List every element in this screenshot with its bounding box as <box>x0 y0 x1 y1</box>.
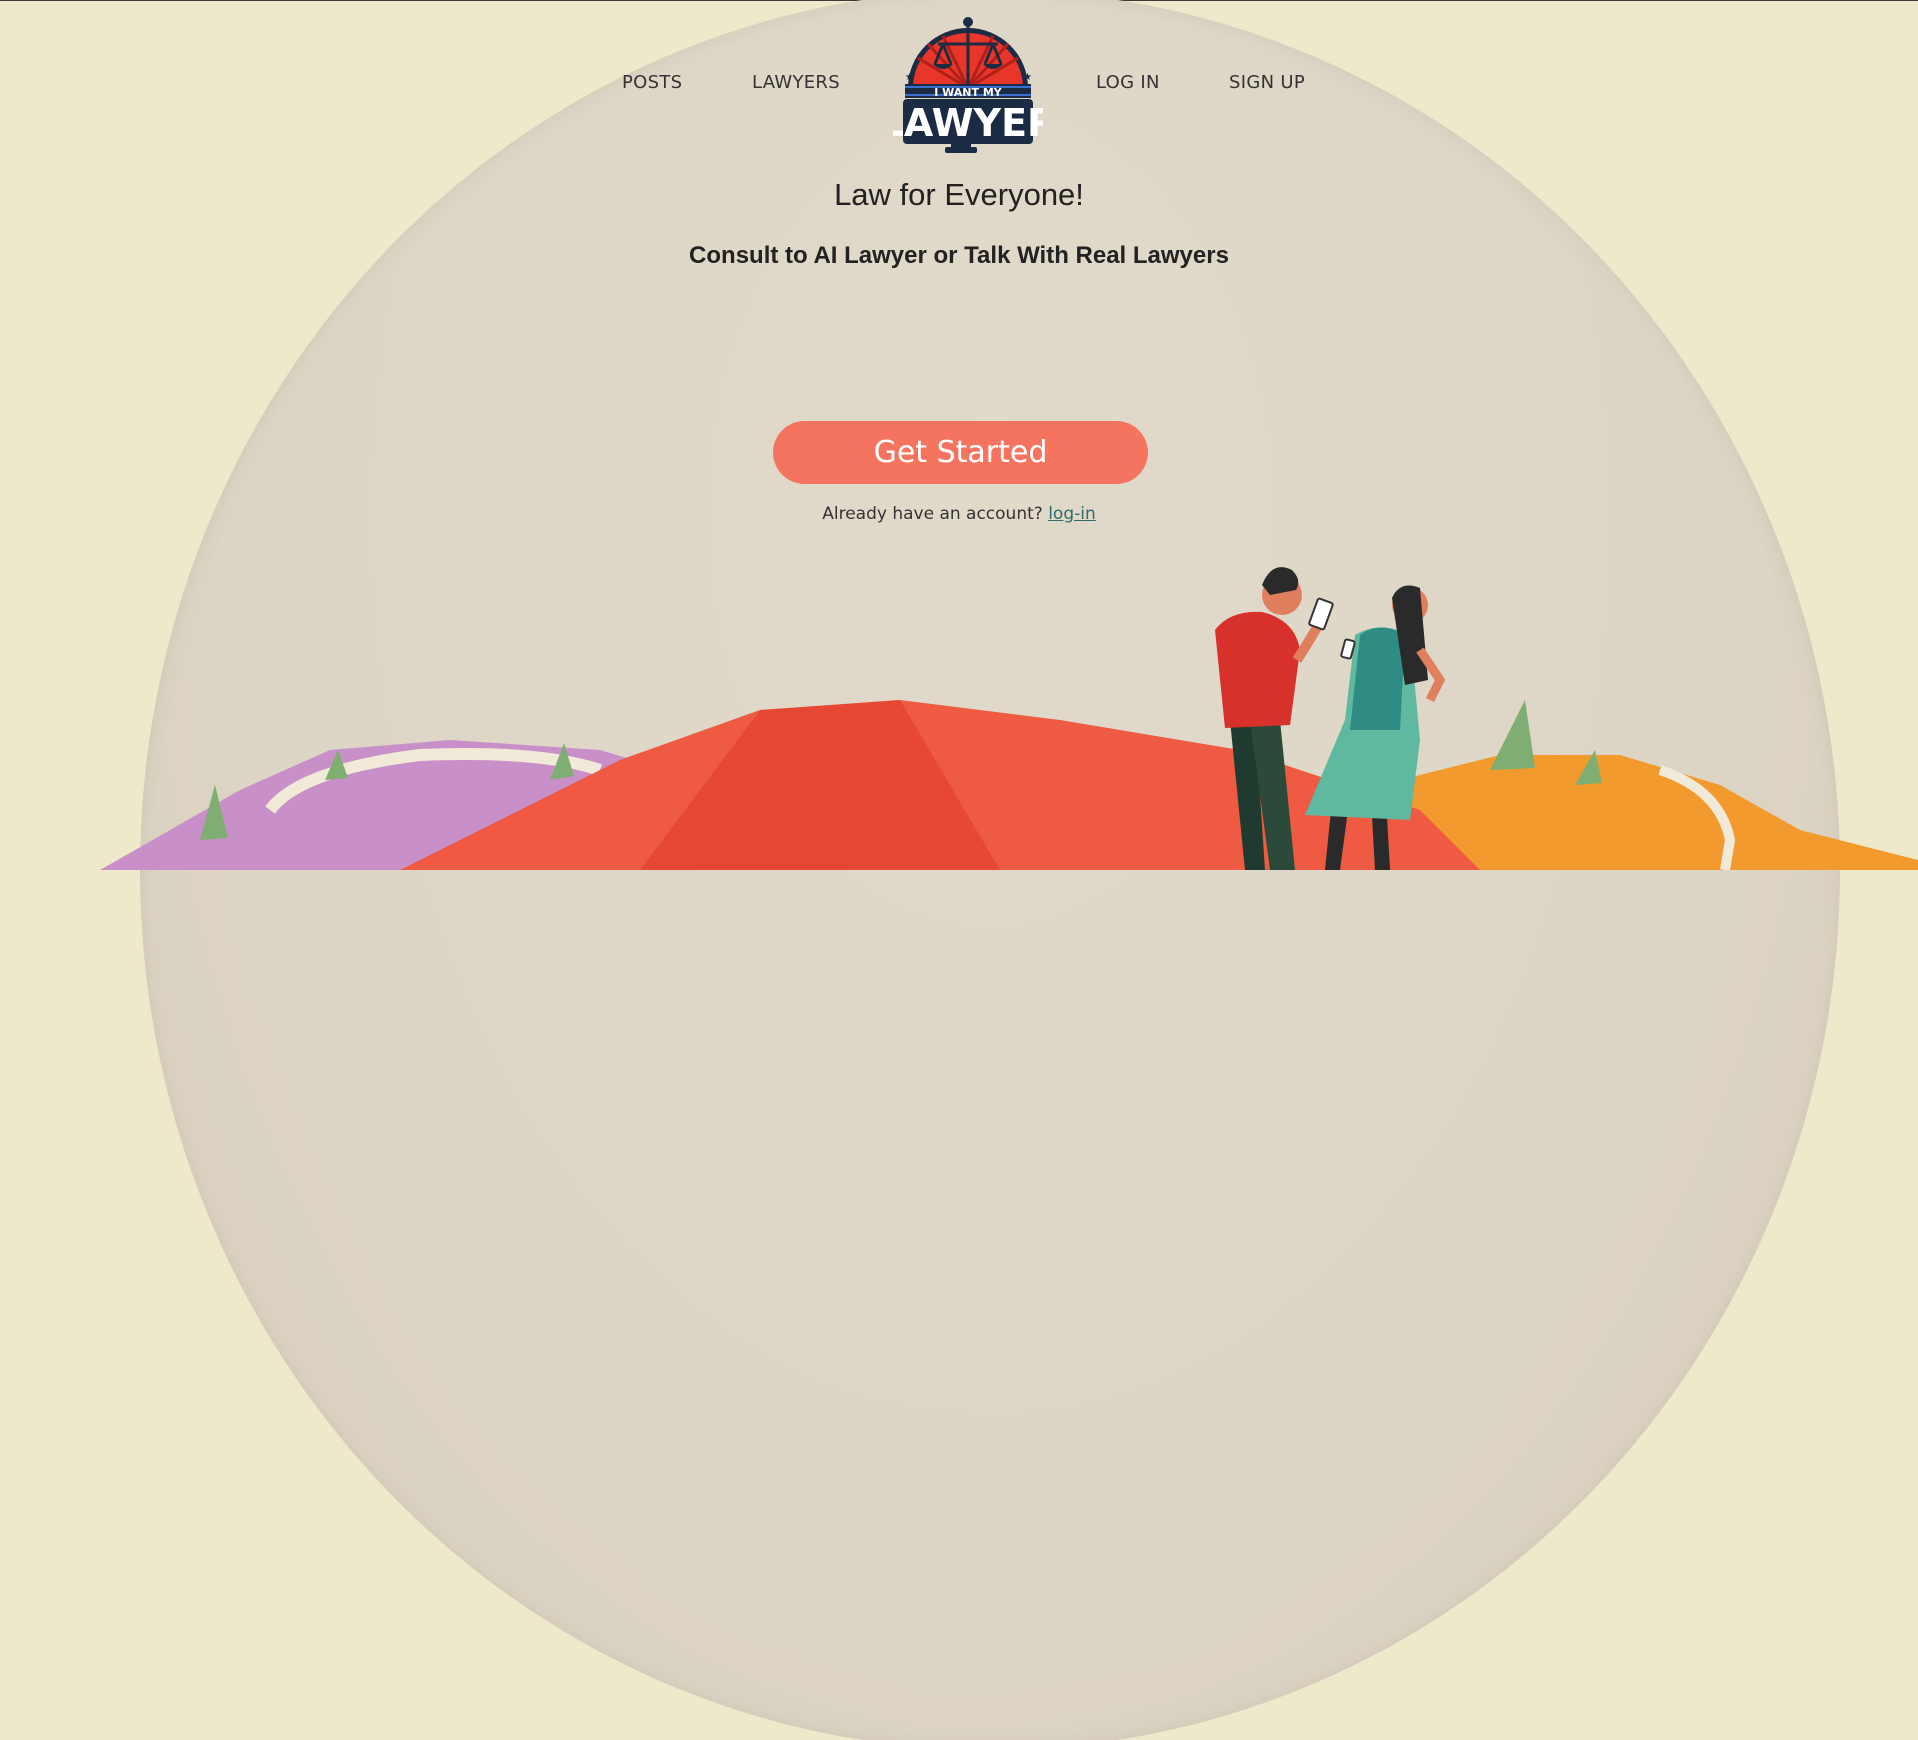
landscape-illustration <box>100 567 1918 870</box>
hero-title: Law for Everyone! <box>834 177 1084 212</box>
logo-line1: I WANT MY <box>934 86 1003 99</box>
nav-login[interactable]: LOG IN <box>1096 72 1160 93</box>
logo-line2: LAWYER <box>893 101 1043 145</box>
svg-text:★: ★ <box>905 72 914 83</box>
shrub <box>1490 700 1535 770</box>
svg-text:★: ★ <box>1023 72 1032 83</box>
account-prompt: Already have an account? log-in <box>0 504 1918 524</box>
get-started-button[interactable]: Get Started <box>773 421 1148 484</box>
account-prompt-text: Already have an account? <box>822 504 1043 524</box>
hero-subtitle: Consult to AI Lawyer or Talk With Real L… <box>689 242 1229 269</box>
logo[interactable]: ★ ★ I WANT MY LAWYER <box>880 12 1056 157</box>
scales-of-justice-icon: ★ ★ I WANT MY LAWYER <box>880 17 1056 153</box>
nav-posts[interactable]: POSTS <box>622 72 682 93</box>
login-link[interactable]: log-in <box>1048 504 1096 524</box>
nav-lawyers[interactable]: LAWYERS <box>752 72 840 93</box>
nav-signup[interactable]: SIGN UP <box>1229 72 1305 93</box>
